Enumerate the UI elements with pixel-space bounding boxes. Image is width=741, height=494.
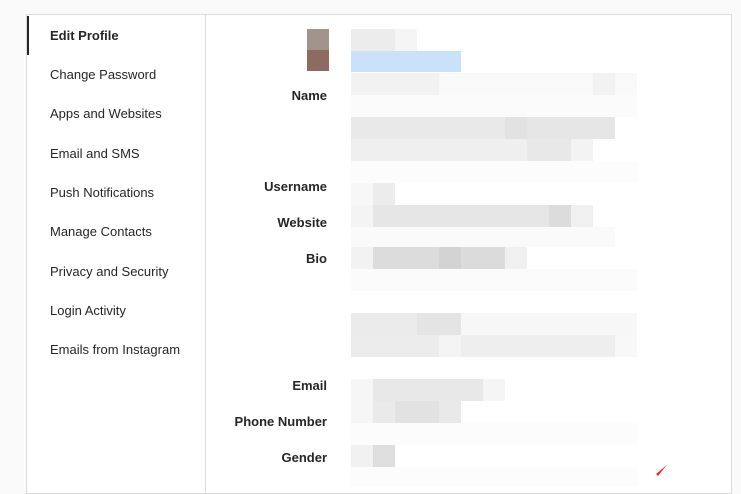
phone-number-input-blurred-2	[351, 423, 637, 445]
sidebar-item-edit-profile[interactable]: Edit Profile	[27, 16, 205, 55]
sidebar-item-privacy-and-security[interactable]: Privacy and Security	[27, 252, 205, 291]
sidebar-item-label: Email and SMS	[50, 146, 140, 161]
sidebar-item-emails-from-instagram[interactable]: Emails from Instagram	[27, 330, 205, 369]
name-help-text-blurred	[351, 95, 637, 117]
sidebar-item-label: Privacy and Security	[50, 264, 169, 279]
website-input-blurred[interactable]	[351, 205, 593, 227]
website-input-blurred-2	[351, 227, 615, 247]
edit-profile-form: Name Username Website Bio Email Phone Nu…	[206, 15, 731, 493]
sidebar-item-label: Edit Profile	[50, 28, 119, 43]
email-label: Email	[292, 378, 327, 393]
bio-input-blurred-2	[351, 269, 637, 291]
checkmark-icon	[656, 464, 668, 476]
email-input-blurred[interactable]	[351, 379, 505, 401]
sidebar-item-label: Apps and Websites	[50, 106, 162, 121]
name-help-text-blurred-2	[351, 117, 615, 139]
bio-input-blurred[interactable]	[351, 247, 527, 269]
settings-card: Edit Profile Change Password Apps and We…	[26, 14, 732, 494]
website-label: Website	[277, 215, 327, 230]
sidebar-item-change-password[interactable]: Change Password	[27, 55, 205, 94]
sidebar-item-email-and-sms[interactable]: Email and SMS	[27, 134, 205, 173]
change-profile-photo-link-blurred[interactable]	[351, 51, 461, 72]
sidebar-item-label: Login Activity	[50, 303, 126, 318]
profile-username-blurred	[351, 29, 417, 51]
bio-label: Bio	[306, 251, 327, 266]
sidebar-item-label: Push Notifications	[50, 185, 155, 200]
name-help-text-blurred-3	[351, 139, 593, 161]
gender-label: Gender	[281, 450, 327, 465]
phone-number-label: Phone Number	[234, 414, 327, 429]
gender-input-blurred[interactable]	[351, 445, 395, 467]
sidebar-item-login-activity[interactable]: Login Activity	[27, 291, 205, 330]
sidebar-item-label: Change Password	[50, 67, 157, 82]
sidebar-item-apps-and-websites[interactable]: Apps and Websites	[27, 94, 205, 133]
name-input-blurred[interactable]	[351, 73, 637, 95]
sidebar-item-label: Emails from Instagram	[50, 342, 181, 357]
personal-info-help-blurred-2	[351, 335, 637, 357]
settings-sidebar: Edit Profile Change Password Apps and We…	[27, 15, 206, 493]
username-label: Username	[264, 179, 327, 194]
sidebar-item-push-notifications[interactable]: Push Notifications	[27, 173, 205, 212]
username-input-blurred[interactable]	[351, 183, 395, 205]
sidebar-item-manage-contacts[interactable]: Manage Contacts	[27, 212, 205, 251]
phone-number-input-blurred[interactable]	[351, 401, 461, 423]
gender-input-blurred-2	[351, 467, 637, 487]
name-label: Name	[291, 88, 327, 103]
sidebar-item-label: Manage Contacts	[50, 224, 152, 239]
name-help-text-blurred-4	[351, 161, 637, 183]
avatar[interactable]	[307, 29, 329, 71]
personal-info-help-blurred	[351, 313, 637, 335]
